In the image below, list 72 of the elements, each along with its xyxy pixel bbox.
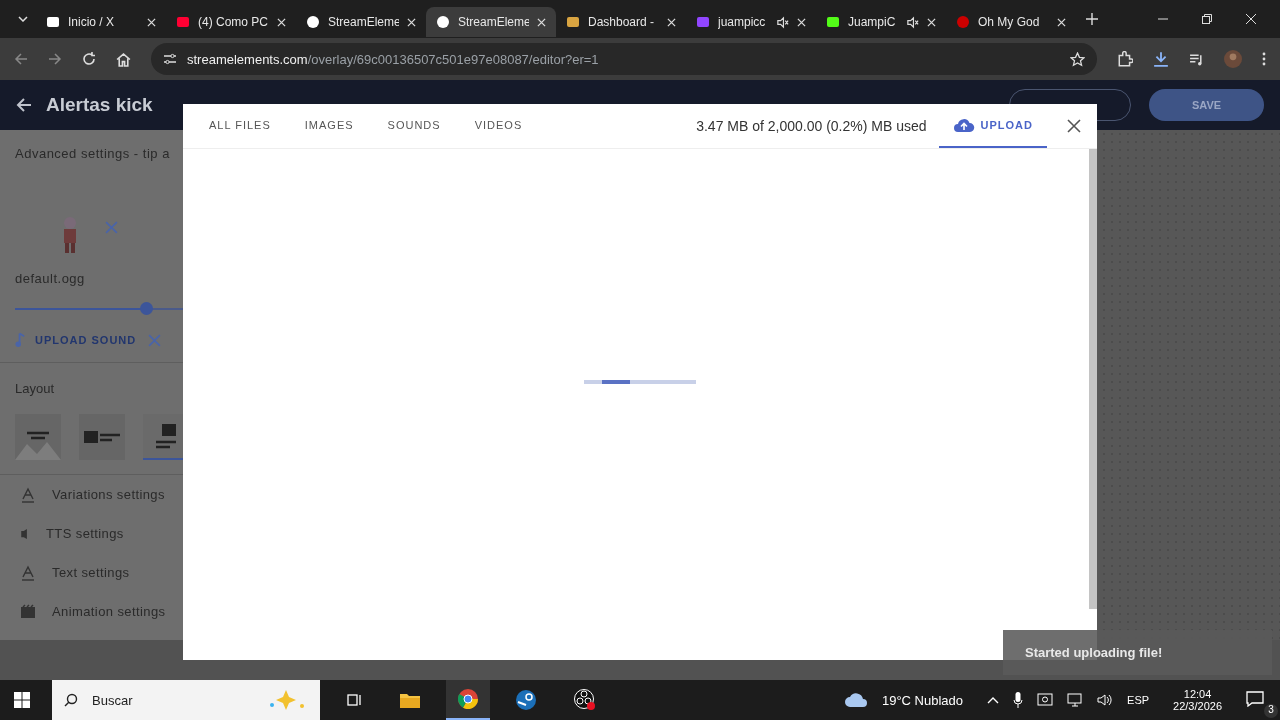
favicon-icon bbox=[46, 15, 60, 29]
text-format-icon bbox=[20, 564, 36, 581]
new-tab-icon[interactable] bbox=[1086, 13, 1098, 25]
reload-icon[interactable] bbox=[82, 52, 96, 66]
music-note-icon bbox=[15, 332, 26, 348]
media-tab[interactable]: IMAGES bbox=[292, 104, 366, 148]
extensions-icon[interactable] bbox=[1117, 51, 1133, 67]
chevron-up-icon[interactable] bbox=[987, 696, 1000, 704]
download-icon[interactable] bbox=[1153, 51, 1169, 67]
media-control-icon[interactable] bbox=[1189, 51, 1204, 67]
speaker-icon[interactable] bbox=[1097, 692, 1114, 708]
browser-tab[interactable]: (4) Como PC bbox=[166, 7, 296, 37]
bookmark-star-icon[interactable] bbox=[1070, 51, 1085, 67]
favicon-icon bbox=[566, 15, 580, 29]
toast-message: Started uploading file! bbox=[1003, 630, 1272, 675]
menu-icon[interactable] bbox=[1262, 52, 1266, 66]
close-icon[interactable] bbox=[1067, 119, 1081, 133]
address-field[interactable]: streamelements.com/overlay/69c00136507c501e97e08087/editor?er=1 bbox=[151, 43, 1097, 75]
steam-icon[interactable] bbox=[516, 690, 536, 710]
browser-tab[interactable]: Inicio / X bbox=[36, 7, 166, 37]
muted-speaker-icon[interactable] bbox=[906, 15, 919, 29]
back-icon[interactable] bbox=[14, 52, 28, 66]
microphone-icon[interactable] bbox=[1013, 692, 1024, 708]
sound-file-name: default.ogg bbox=[15, 271, 86, 286]
task-view-icon[interactable] bbox=[346, 692, 362, 708]
network-icon[interactable] bbox=[1067, 692, 1084, 708]
browser-tab[interactable]: Oh My God bbox=[946, 7, 1076, 37]
restore-icon[interactable] bbox=[1202, 14, 1212, 24]
device-icon[interactable] bbox=[1037, 692, 1054, 708]
home-icon[interactable] bbox=[116, 51, 131, 67]
section-title: Advanced settings - tip a bbox=[15, 146, 171, 161]
cloud-upload-icon bbox=[952, 117, 975, 133]
overlay-title: Alertas kick bbox=[46, 94, 153, 116]
favicon-icon bbox=[176, 15, 190, 29]
notification-badge: 3 bbox=[1264, 703, 1278, 718]
favicon-icon bbox=[956, 15, 970, 29]
cloud-icon[interactable] bbox=[843, 692, 868, 708]
weather-text[interactable]: 19°C Nublado bbox=[881, 692, 964, 708]
stacked-layout-icon bbox=[155, 423, 177, 449]
clock-date[interactable]: 22/3/2026 bbox=[1173, 700, 1222, 712]
browser-icon[interactable] bbox=[458, 689, 478, 709]
banner-layout-icon bbox=[15, 431, 61, 460]
text-format-icon bbox=[20, 486, 36, 503]
profile-avatar-icon[interactable] bbox=[1224, 50, 1242, 68]
forward-icon[interactable] bbox=[48, 52, 62, 66]
media-tab[interactable]: SOUNDS bbox=[375, 104, 453, 148]
notification-icon[interactable] bbox=[1246, 690, 1264, 707]
favicon-icon bbox=[306, 15, 320, 29]
media-tab[interactable]: VIDEOS bbox=[462, 104, 535, 148]
media-tab[interactable]: ALL FILES bbox=[197, 104, 283, 148]
film-icon bbox=[20, 603, 36, 620]
windows-start-icon[interactable] bbox=[14, 692, 30, 708]
browser-tab[interactable]: JuampiC bbox=[816, 7, 946, 37]
favicon-icon bbox=[826, 15, 840, 29]
back-arrow-icon[interactable] bbox=[16, 97, 32, 113]
folder-icon[interactable] bbox=[400, 692, 420, 708]
upload-tab[interactable]: UPLOAD bbox=[938, 104, 1047, 148]
search-field[interactable]: Buscar bbox=[52, 680, 320, 720]
input-language[interactable]: ESP bbox=[1127, 694, 1150, 706]
muted-speaker-icon[interactable] bbox=[776, 15, 789, 29]
browser-tab[interactable]: juampicc bbox=[686, 7, 816, 37]
favicon-icon bbox=[696, 15, 710, 29]
favicon-icon bbox=[436, 15, 450, 29]
search-icon bbox=[64, 693, 78, 707]
recorder-icon[interactable] bbox=[574, 689, 596, 711]
scrollbar[interactable] bbox=[1089, 149, 1097, 609]
storage-usage: 3.47 MB of 2,000.00 (0.2%) MB used bbox=[696, 118, 927, 134]
side-layout-icon bbox=[83, 430, 121, 444]
browser-tab[interactable]: Dashboard - bbox=[556, 7, 686, 37]
clock-time[interactable]: 12:04 bbox=[1183, 688, 1212, 700]
site-settings-icon[interactable] bbox=[163, 52, 177, 66]
layout-label: Layout bbox=[15, 381, 56, 396]
